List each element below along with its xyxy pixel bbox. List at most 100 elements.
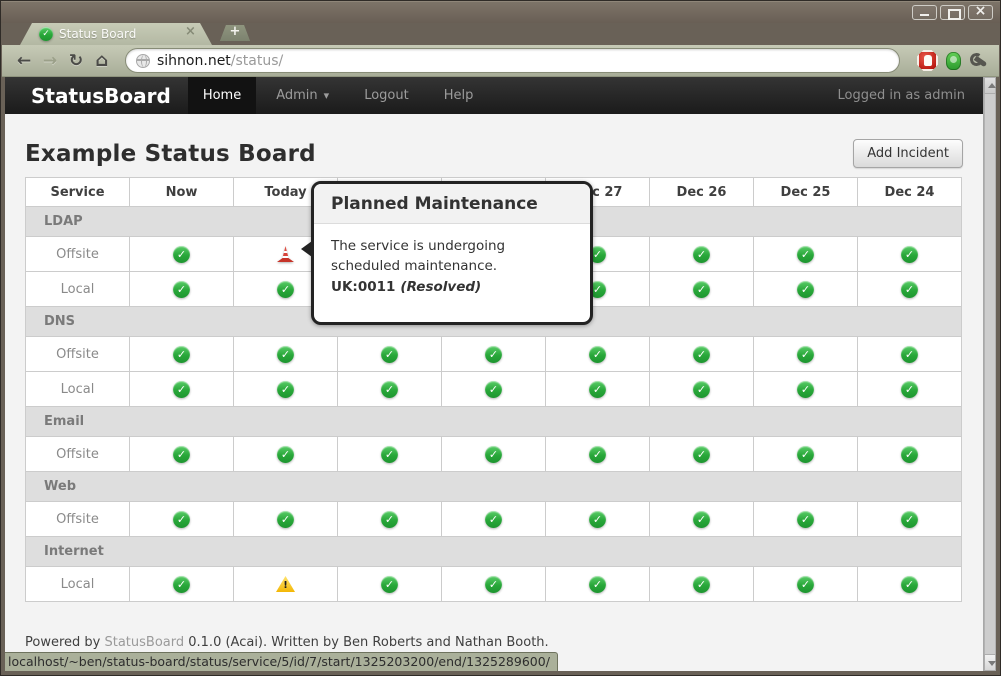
incident-status: (Resolved) — [400, 279, 481, 295]
status-cell: ✓ — [130, 337, 234, 372]
scroll-up-icon[interactable] — [984, 77, 996, 94]
status-cell: ✓ — [234, 502, 338, 537]
service-group-row: Email — [26, 407, 962, 437]
site-navbar: StatusBoard Home Admin Logout Help Logge… — [5, 77, 983, 114]
status-cell: ✓ — [858, 372, 962, 407]
status-ok-icon: ✓ — [173, 246, 190, 263]
tab-strip: ✓ Status Board — [2, 23, 999, 45]
status-ok-icon: ✓ — [485, 576, 502, 593]
status-ok-icon: ✓ — [173, 446, 190, 463]
tab-close-icon[interactable] — [184, 28, 196, 40]
status-cell: ✓ — [754, 337, 858, 372]
forward-button[interactable]: → — [37, 51, 63, 71]
tooltip-description: The service is undergoing scheduled main… — [331, 237, 573, 276]
browser-tab[interactable]: ✓ Status Board — [20, 23, 212, 45]
chevron-down-icon — [324, 88, 330, 103]
address-bar[interactable]: sihnon.net/status/ — [125, 48, 900, 73]
scrollbar[interactable] — [983, 77, 996, 671]
status-cell: ✓ — [754, 237, 858, 272]
status-ok-icon: ✓ — [173, 281, 190, 298]
status-maintenance-icon[interactable] — [277, 246, 294, 262]
status-ok-icon: ✓ — [381, 346, 398, 363]
add-incident-button[interactable]: Add Incident — [853, 139, 963, 168]
column-header: Dec 25 — [754, 178, 858, 207]
new-tab-button[interactable] — [220, 25, 250, 41]
status-ok-icon: ✓ — [797, 381, 814, 398]
status-ok-icon: ✓ — [797, 511, 814, 528]
status-ok-icon: ✓ — [173, 381, 190, 398]
status-cell: ✓ — [650, 372, 754, 407]
status-cell: ✓ — [858, 337, 962, 372]
service-label: Offsite — [26, 437, 130, 472]
service-group-row: Web — [26, 472, 962, 502]
status-ok-icon: ✓ — [173, 511, 190, 528]
tab-favicon-icon: ✓ — [39, 27, 53, 41]
maximize-button[interactable] — [940, 5, 965, 20]
status-ok-icon: ✓ — [901, 381, 918, 398]
page-title: Example Status Board — [25, 141, 316, 167]
status-cell: ✓ — [650, 237, 754, 272]
page-viewport: StatusBoard Home Admin Logout Help Logge… — [5, 77, 983, 671]
status-cell: ✓ — [650, 502, 754, 537]
close-button[interactable] — [968, 5, 993, 20]
status-cell: ✓ — [338, 567, 442, 602]
status-ok-icon: ✓ — [277, 511, 294, 528]
refresh-button[interactable]: ↻ — [63, 51, 89, 71]
status-ok-icon: ✓ — [901, 246, 918, 263]
status-cell: ✓ — [130, 237, 234, 272]
status-ok-icon: ✓ — [693, 511, 710, 528]
service-label: Offsite — [26, 337, 130, 372]
status-row: Offsite✓✓✓✓✓✓✓✓ — [26, 337, 962, 372]
status-cell: ✓ — [234, 437, 338, 472]
nav-admin[interactable]: Admin — [261, 77, 344, 114]
url-host: sihnon.net — [157, 53, 231, 69]
window-titlebar[interactable] — [1, 1, 1000, 23]
brand[interactable]: StatusBoard — [31, 84, 171, 108]
service-group-label: Email — [26, 407, 962, 437]
status-ok-icon: ✓ — [797, 281, 814, 298]
status-row: Offsite✓✓✓✓✓✓✓✓ — [26, 437, 962, 472]
window-controls — [912, 5, 993, 20]
status-cell: ✓ — [546, 337, 650, 372]
status-ok-icon: ✓ — [693, 346, 710, 363]
status-cell: ✓ — [130, 437, 234, 472]
tab-title: Status Board — [59, 27, 184, 41]
back-button[interactable]: ← — [11, 51, 37, 71]
footer-statusboard-link[interactable]: StatusBoard — [104, 635, 184, 650]
status-row: Offsite✓✓✓✓✓✓✓✓ — [26, 502, 962, 537]
status-cell: ✓ — [338, 502, 442, 537]
status-cell: ✓ — [858, 237, 962, 272]
status-warning-icon[interactable]: ! — [276, 576, 295, 592]
nav-logout[interactable]: Logout — [349, 77, 424, 114]
settings-wrench-icon[interactable] — [970, 51, 990, 71]
status-ok-icon: ✓ — [589, 576, 606, 593]
status-ok-icon: ✓ — [589, 381, 606, 398]
status-cell: ✓ — [546, 502, 650, 537]
status-ok-icon: ✓ — [485, 511, 502, 528]
status-ok-icon: ✓ — [589, 446, 606, 463]
minimize-button[interactable] — [912, 5, 937, 20]
status-cell: ✓ — [130, 502, 234, 537]
home-button[interactable]: ⌂ — [89, 50, 115, 71]
status-cell: ✓ — [754, 567, 858, 602]
service-label: Local — [26, 372, 130, 407]
status-cell: ✓ — [650, 437, 754, 472]
scroll-down-icon[interactable] — [984, 654, 996, 671]
status-ok-icon: ✓ — [277, 281, 294, 298]
incident-id: UK:0011 — [331, 279, 395, 295]
status-cell: ✓ — [650, 272, 754, 307]
scrollbar-thumb[interactable] — [984, 94, 996, 654]
nav-home[interactable]: Home — [188, 77, 256, 114]
status-ok-icon: ✓ — [485, 346, 502, 363]
stop-hand-extension-icon[interactable] — [917, 50, 938, 71]
status-ok-icon: ✓ — [485, 381, 502, 398]
status-cell: ✓ — [338, 337, 442, 372]
status-cell: ✓ — [546, 567, 650, 602]
green-extension-icon[interactable] — [946, 52, 961, 70]
nav-help[interactable]: Help — [429, 77, 489, 114]
status-cell: ✓ — [442, 567, 546, 602]
footer-text: 0.1.0 (Acai). Written by Ben Roberts and… — [184, 635, 549, 650]
status-ok-icon: ✓ — [277, 346, 294, 363]
service-label: Local — [26, 567, 130, 602]
footer: Powered by StatusBoard 0.1.0 (Acai). Wri… — [25, 635, 963, 650]
